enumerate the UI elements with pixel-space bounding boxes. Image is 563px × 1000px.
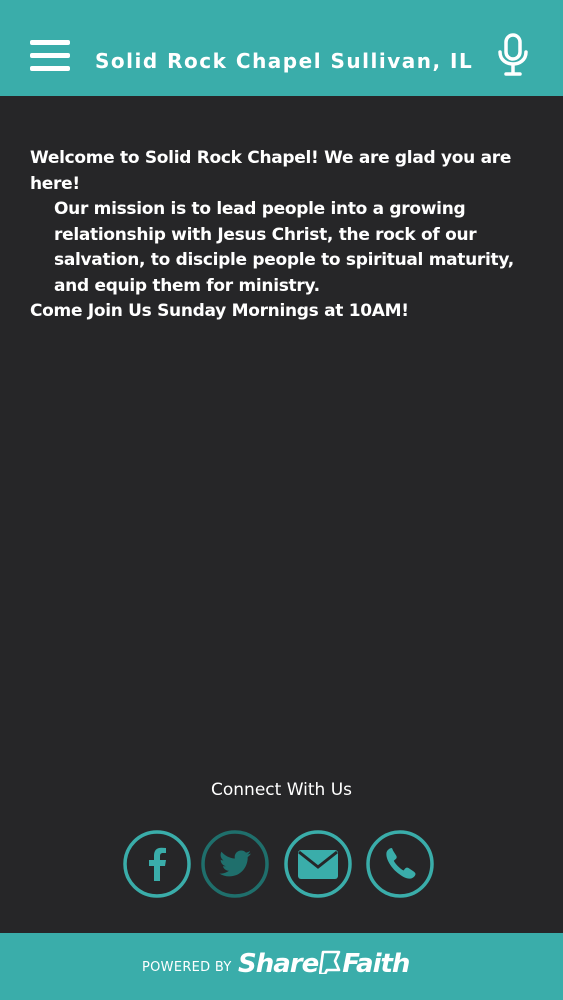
twitter-icon [201, 830, 269, 898]
service-time-text: Come Join Us Sunday Mornings at 10AM! [30, 301, 409, 321]
twitter-button[interactable] [201, 830, 269, 898]
facebook-button[interactable] [123, 830, 191, 898]
phone-button[interactable] [366, 830, 434, 898]
voice-search-button[interactable] [496, 33, 530, 77]
hamburger-menu-icon [30, 40, 70, 45]
brand-part2: Faith [342, 949, 410, 979]
page-title: Solid Rock Chapel Sullivan, IL [95, 49, 474, 73]
mission-statement: Our mission is to lead people into a gro… [30, 197, 540, 299]
menu-button[interactable] [30, 40, 70, 74]
sharefaith-flag-icon [319, 950, 341, 974]
mission-text: Our mission is to lead people into a gro… [54, 199, 514, 296]
app-footer: POWERED BY Share Faith [0, 933, 563, 1000]
microphone-icon [498, 33, 528, 76]
phone-icon [366, 830, 434, 898]
app-header: Solid Rock Chapel Sullivan, IL [0, 0, 563, 96]
powered-by-label: POWERED BY [142, 960, 232, 975]
brand-part1: Share [238, 949, 319, 979]
welcome-content: Welcome to Solid Rock Chapel! We are gla… [30, 146, 540, 325]
welcome-text: Welcome to Solid Rock Chapel! We are gla… [30, 148, 512, 194]
email-icon [284, 830, 352, 898]
facebook-icon [123, 830, 191, 898]
connect-heading: Connect With Us [211, 780, 352, 800]
sharefaith-logo-link[interactable]: Share Faith [238, 947, 410, 981]
email-button[interactable] [284, 830, 352, 898]
